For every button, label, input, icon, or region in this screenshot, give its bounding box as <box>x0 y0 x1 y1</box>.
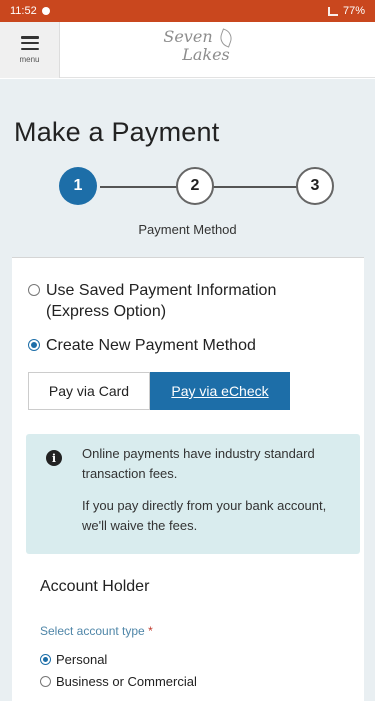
logo[interactable]: Seven Lakes <box>140 28 250 74</box>
personal-radio[interactable] <box>40 654 51 665</box>
required-mark: * <box>148 624 153 638</box>
new-payment-option[interactable]: Create New Payment Method <box>28 335 256 356</box>
account-type-business[interactable]: Business or Commercial <box>40 674 197 689</box>
info-icon: i <box>46 450 62 466</box>
notification-icon <box>41 7 50 15</box>
step-indicator: 1 2 3 <box>0 167 375 207</box>
status-time: 11:52 <box>10 5 37 17</box>
status-bar: 11:52 77% <box>0 0 375 22</box>
tab-pay-via-card[interactable]: Pay via Card <box>28 372 150 410</box>
saved-payment-option[interactable]: Use Saved Payment Information (Express O… <box>28 280 276 322</box>
step-3: 3 <box>296 167 334 205</box>
new-payment-radio[interactable] <box>28 339 40 351</box>
step-caption: Payment Method <box>138 222 237 237</box>
payment-card: Use Saved Payment Information (Express O… <box>12 257 364 701</box>
payment-tabs: Pay via Card Pay via eCheck <box>28 372 290 410</box>
logo-line2: Lakes <box>182 45 230 64</box>
notice-line2: If you pay directly from your bank accou… <box>82 498 327 533</box>
signal-icon <box>327 6 338 16</box>
page-content: Make a Payment 1 2 3 Payment Method Use … <box>0 79 375 701</box>
step-2: 2 <box>176 167 214 205</box>
menu-button[interactable]: menu <box>0 22 60 78</box>
new-payment-label: Create New Payment Method <box>46 337 256 354</box>
business-radio[interactable] <box>40 676 51 687</box>
saved-payment-radio[interactable] <box>28 284 40 296</box>
app-header: menu Seven Lakes <box>0 22 375 78</box>
hamburger-icon <box>20 36 39 50</box>
business-label: Business or Commercial <box>56 674 197 689</box>
account-type-label: Select account type * <box>40 624 153 638</box>
account-holder-title: Account Holder <box>40 578 150 595</box>
personal-label: Personal <box>56 652 108 667</box>
battery-level: 77% <box>342 5 365 17</box>
tab-pay-via-echeck[interactable]: Pay via eCheck <box>150 372 290 410</box>
step-1: 1 <box>59 167 97 205</box>
notice-line1: Online payments have industry standard t… <box>82 446 315 481</box>
account-type-personal[interactable]: Personal <box>40 652 107 667</box>
step-connector <box>213 186 297 188</box>
saved-payment-label: Use Saved Payment Information (Express O… <box>46 282 277 320</box>
menu-label: menu <box>19 55 40 64</box>
fee-notice: i Online payments have industry standard… <box>26 434 360 554</box>
page-title: Make a Payment <box>14 117 220 147</box>
step-connector <box>100 186 177 188</box>
